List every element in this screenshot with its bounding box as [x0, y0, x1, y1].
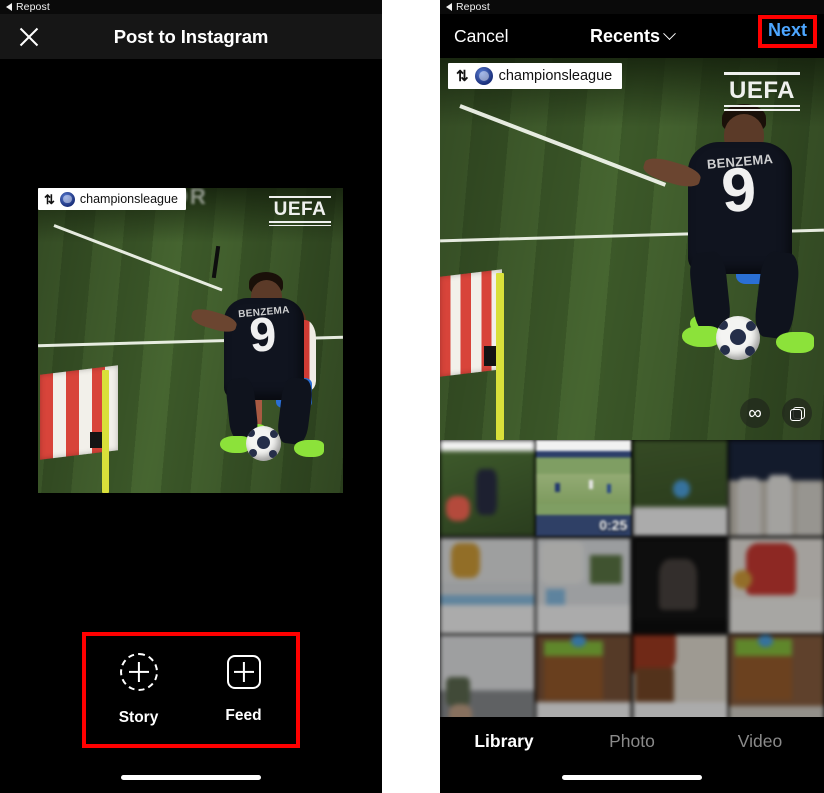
table-row[interactable]: 0:25 [536, 440, 632, 536]
repost-watermark: ⇅ championsleague [38, 188, 186, 210]
tab-library[interactable]: Library [440, 731, 568, 793]
thumbnail-duration: 0:25 [599, 517, 628, 533]
repost-icon: ⇅ [44, 191, 55, 207]
repost-icon: ⇅ [456, 67, 469, 85]
table-row[interactable] [536, 635, 632, 717]
left-navbar: Post to Instagram [0, 14, 382, 59]
next-button-label: Next [767, 20, 807, 40]
player-boot-right [294, 440, 324, 457]
story-button[interactable]: Story [86, 636, 191, 744]
status-app-label: Repost [16, 1, 50, 13]
player-boot-left [682, 326, 720, 347]
table-row[interactable] [632, 440, 728, 536]
player-number-text: 9 [719, 154, 759, 227]
album-selector[interactable]: Recents [589, 25, 676, 47]
uefa-logo: UEFA [724, 72, 800, 111]
share-destination-highlight: Story Feed [82, 632, 300, 748]
table-row[interactable] [440, 440, 535, 536]
corner-flag-pole [496, 273, 504, 440]
corner-flag-pole [102, 370, 109, 493]
table-row[interactable] [440, 635, 535, 717]
media-thumbnail-grid[interactable]: 0:25 [440, 440, 824, 717]
player-boot-right [776, 332, 814, 353]
loop-playback-button[interactable]: ∞ [740, 398, 770, 428]
multi-select-button[interactable] [782, 398, 812, 428]
right-navbar: Cancel Recents Next [440, 14, 824, 58]
football [246, 426, 281, 461]
media-preview[interactable]: BENZEMA 9 ⇅ championsleague UEFA ∞ [440, 58, 824, 440]
repost-watermark: ⇅ championsleague [448, 63, 623, 89]
status-bar-left: Repost [0, 0, 382, 14]
source-tabbar: Library Photo Video [440, 717, 824, 793]
championsleague-avatar [59, 191, 75, 207]
post-preview-image[interactable]: HORROR BENZEMA 9 [38, 188, 343, 493]
table-row[interactable] [632, 635, 728, 717]
watermark-username: championsleague [498, 68, 613, 84]
back-triangle-icon[interactable] [6, 3, 12, 11]
uefa-logo-text: UEFA [728, 76, 795, 104]
story-plus-icon [119, 653, 158, 691]
table-row[interactable] [729, 440, 824, 536]
watermark-username: championsleague [79, 192, 178, 206]
back-triangle-icon[interactable] [446, 3, 452, 11]
infinity-loop-icon: ∞ [748, 402, 762, 424]
table-row[interactable] [729, 635, 824, 717]
status-app-label: Repost [456, 1, 490, 13]
table-row[interactable] [440, 537, 535, 634]
table-row[interactable] [536, 537, 632, 634]
uefa-logo-text: UEFA [273, 199, 327, 220]
tab-photo[interactable]: Photo [568, 731, 696, 793]
tab-video[interactable]: Video [696, 731, 824, 793]
table-row[interactable] [632, 537, 728, 634]
left-phone-panel: Repost Post to Instagram HORROR [0, 0, 382, 793]
cancel-button[interactable]: Cancel [454, 26, 508, 47]
status-bar-right: Repost [440, 0, 824, 14]
next-button[interactable]: Next [757, 15, 817, 48]
album-label: Recents [589, 25, 661, 46]
multi-select-icon [789, 406, 805, 421]
close-icon[interactable] [16, 24, 42, 50]
page-title: Post to Instagram [113, 25, 269, 47]
right-phone-panel: Repost Cancel Recents Next BENZEMA 9 ⇅ c… [440, 0, 824, 793]
feed-plus-icon [226, 655, 261, 689]
home-indicator-right[interactable] [562, 775, 702, 780]
table-row[interactable] [729, 537, 824, 634]
feed-button[interactable]: Feed [191, 636, 296, 744]
story-button-label: Story [118, 709, 159, 726]
chevron-down-icon [663, 26, 676, 40]
feed-button-label: Feed [225, 707, 262, 724]
player-number-text: 9 [247, 308, 279, 363]
championsleague-avatar [474, 67, 493, 85]
football [716, 316, 760, 360]
screenshot-root: Repost Post to Instagram HORROR [0, 0, 824, 793]
uefa-logo: UEFA [269, 196, 331, 226]
home-indicator-left[interactable] [121, 775, 261, 780]
